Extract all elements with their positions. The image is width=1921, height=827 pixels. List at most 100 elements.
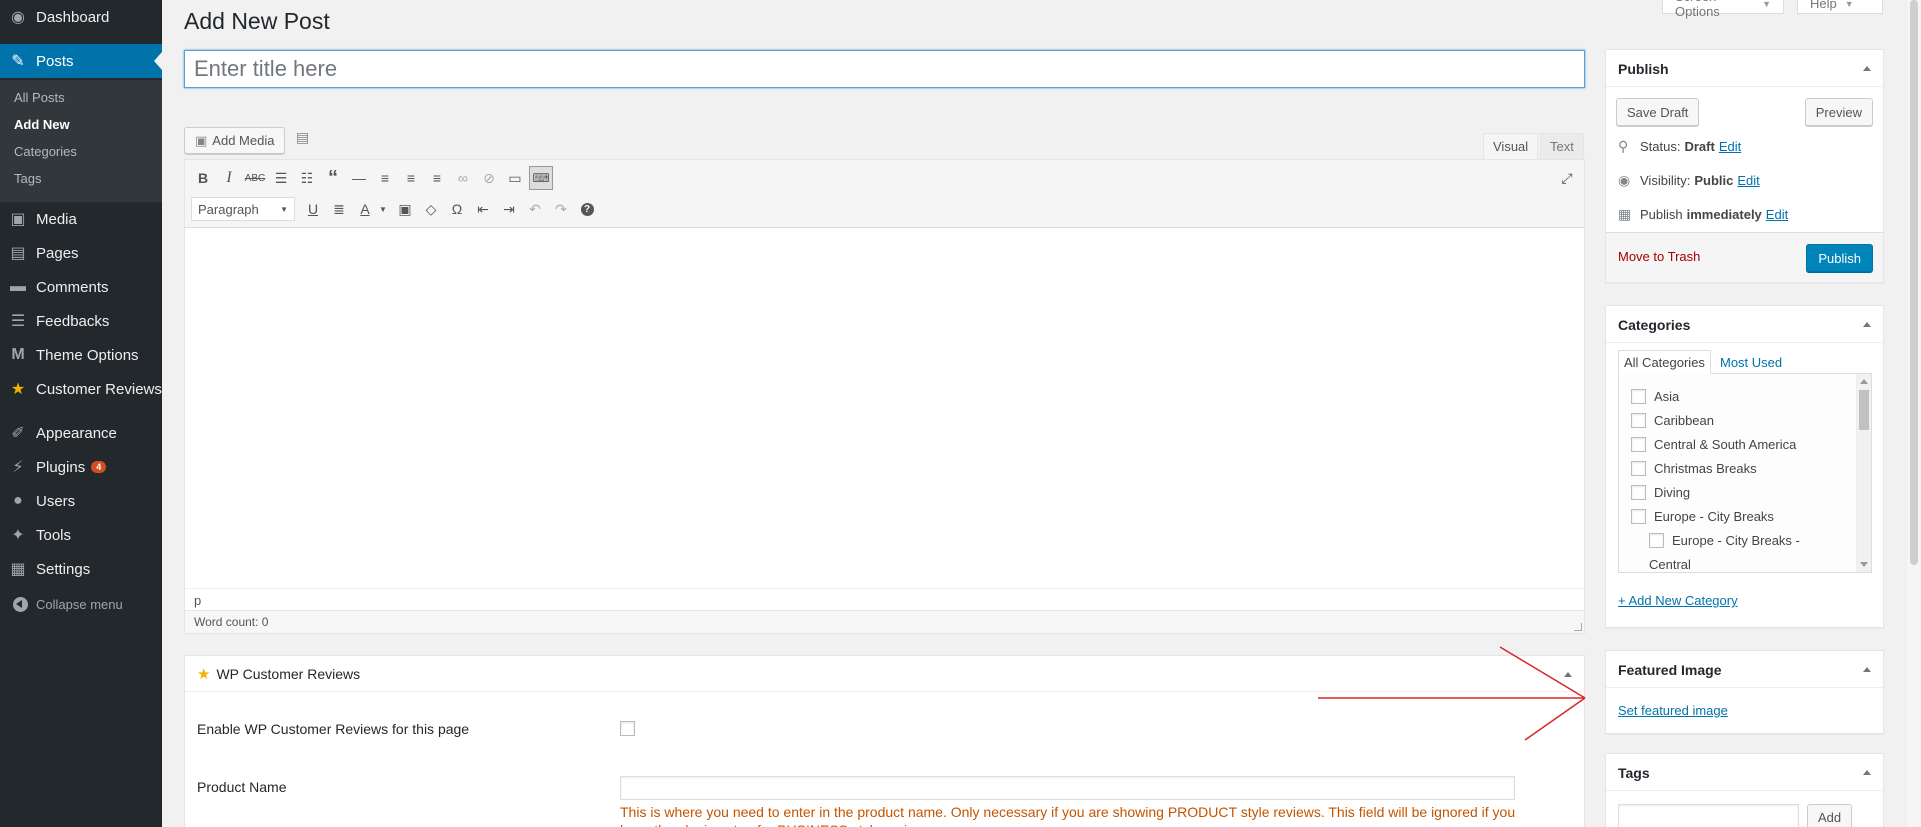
text-color-caret-icon[interactable]: ▼	[371, 197, 395, 221]
customer-reviews-header[interactable]: ★ WP Customer Reviews	[185, 656, 1584, 692]
category-checkbox[interactable]	[1631, 485, 1646, 500]
category-checkbox[interactable]	[1631, 509, 1646, 524]
contact-form-icon[interactable]: ▤	[296, 129, 309, 146]
scroll-thumb[interactable]	[1859, 390, 1869, 430]
align-right-icon[interactable]: ≡	[425, 166, 449, 190]
menu-feedbacks[interactable]: ☰ Feedbacks	[0, 304, 162, 338]
collapse-toggle-icon[interactable]	[1863, 66, 1871, 71]
indent-icon[interactable]: ⇥	[497, 197, 521, 221]
tab-most-used[interactable]: Most Used	[1715, 350, 1787, 374]
italic-icon[interactable]: I	[217, 166, 241, 190]
help-tab[interactable]: Help ▼	[1797, 0, 1883, 14]
menu-customer-reviews[interactable]: ★ Customer Reviews	[0, 372, 162, 406]
scroll-up-icon[interactable]	[1860, 379, 1868, 384]
category-checkbox[interactable]	[1649, 533, 1664, 548]
add-new-category-link[interactable]: + Add New Category	[1618, 593, 1738, 608]
menu-comments[interactable]: ▬ Comments	[0, 270, 162, 304]
menu-pages[interactable]: ▤ Pages	[0, 236, 162, 270]
undo-icon[interactable]: ↶	[523, 197, 547, 221]
tag-input[interactable]	[1618, 804, 1799, 827]
editor-content-area[interactable]	[185, 229, 1584, 588]
horizontal-line-icon[interactable]: —	[347, 166, 371, 190]
tab-text[interactable]: Text	[1540, 133, 1584, 159]
menu-appearance[interactable]: ✐ Appearance	[0, 416, 162, 450]
numbered-list-icon[interactable]: ☷	[295, 166, 319, 190]
product-name-input[interactable]	[620, 776, 1515, 800]
collapse-toggle-icon[interactable]	[1863, 770, 1871, 775]
category-item[interactable]: Caribbean	[1631, 413, 1714, 428]
menu-dashboard[interactable]: ◉ Dashboard	[0, 0, 162, 34]
paste-text-icon[interactable]: ▣	[393, 197, 417, 221]
collapse-toggle-icon[interactable]	[1564, 672, 1572, 677]
submenu-categories[interactable]: Categories	[14, 144, 77, 159]
edit-publish-date-link[interactable]: Edit	[1766, 207, 1788, 222]
category-scrollbar[interactable]	[1856, 374, 1871, 572]
collapse-menu-button[interactable]: Collapse menu	[0, 593, 162, 615]
menu-media[interactable]: ▣ Media	[0, 202, 162, 236]
menu-tools[interactable]: ✦ Tools	[0, 518, 162, 552]
page-scrollbar[interactable]	[1907, 0, 1921, 827]
edit-visibility-link[interactable]: Edit	[1737, 173, 1759, 188]
menu-plugins[interactable]: ⚡ Plugins 4	[0, 450, 162, 484]
move-to-trash-link[interactable]: Move to Trash	[1618, 249, 1700, 264]
outdent-icon[interactable]: ⇤	[471, 197, 495, 221]
category-item[interactable]: Christmas Breaks	[1631, 461, 1757, 476]
publish-button[interactable]: Publish	[1806, 244, 1873, 272]
category-item[interactable]: Central & South America	[1631, 437, 1796, 452]
category-checkbox[interactable]	[1631, 389, 1646, 404]
tab-visual[interactable]: Visual	[1483, 133, 1539, 159]
add-media-button[interactable]: ▣ Add Media	[184, 127, 286, 154]
preview-button[interactable]: Preview	[1804, 98, 1873, 126]
tags-box-title: Tags	[1618, 765, 1650, 781]
category-item[interactable]: Europe - City Breaks	[1631, 509, 1774, 524]
read-more-icon[interactable]: ▭	[503, 166, 527, 190]
category-checkbox[interactable]	[1631, 413, 1646, 428]
set-featured-image-link[interactable]: Set featured image	[1618, 703, 1728, 718]
redo-icon[interactable]: ↷	[549, 197, 573, 221]
add-tag-button[interactable]: Add	[1807, 804, 1853, 827]
category-item[interactable]: Asia	[1631, 389, 1679, 404]
post-title-input[interactable]	[184, 50, 1585, 88]
category-item[interactable]: Diving	[1631, 485, 1690, 500]
customer-reviews-metabox: ★ WP Customer Reviews Enable WP Customer…	[184, 655, 1585, 827]
underline-icon[interactable]: U	[301, 197, 325, 221]
submenu-tags[interactable]: Tags	[14, 171, 41, 186]
align-left-icon[interactable]: ≡	[373, 166, 397, 190]
media-icon: ▣	[10, 211, 26, 228]
strikethrough-icon[interactable]: ABC	[243, 166, 267, 190]
bold-icon[interactable]: B	[191, 166, 215, 190]
collapse-toggle-icon[interactable]	[1863, 667, 1871, 672]
justify-icon[interactable]: ≣	[327, 197, 351, 221]
menu-theme-options[interactable]: M Theme Options	[0, 338, 162, 372]
page-title: Add New Post	[184, 8, 330, 34]
menu-users[interactable]: ● Users	[0, 484, 162, 518]
submenu-add-new[interactable]: Add New	[14, 117, 70, 132]
tab-all-categories[interactable]: All Categories	[1618, 350, 1711, 374]
category-checkbox[interactable]	[1631, 461, 1646, 476]
remove-link-icon[interactable]: ⊘	[477, 166, 501, 190]
menu-posts[interactable]: ✎ Posts	[0, 44, 162, 78]
enable-reviews-checkbox[interactable]	[620, 721, 635, 736]
toolbar-toggle-icon[interactable]: ⌨	[529, 166, 553, 190]
edit-status-link[interactable]: Edit	[1719, 139, 1741, 154]
category-checkbox[interactable]	[1631, 437, 1646, 452]
align-center-icon[interactable]: ≡	[399, 166, 423, 190]
page-scroll-thumb[interactable]	[1910, 0, 1918, 565]
screen-options-tab[interactable]: Screen Options▼	[1662, 0, 1784, 19]
help-icon[interactable]: ?	[575, 197, 599, 221]
editor-resize-handle[interactable]	[1574, 623, 1582, 631]
bullet-list-icon[interactable]: ☰	[269, 166, 293, 190]
scroll-down-icon[interactable]	[1860, 562, 1868, 567]
comment-icon: ▬	[10, 278, 26, 295]
blockquote-icon[interactable]: “	[321, 166, 345, 190]
special-character-icon[interactable]: Ω	[445, 197, 469, 221]
fullscreen-icon[interactable]: ⤢	[1555, 166, 1579, 190]
category-item-child[interactable]: Europe - City Breaks -	[1649, 533, 1800, 548]
submenu-all-posts[interactable]: All Posts	[14, 90, 65, 105]
clear-formatting-icon[interactable]: ◇	[419, 197, 443, 221]
collapse-toggle-icon[interactable]	[1863, 322, 1871, 327]
insert-link-icon[interactable]: ∞	[451, 166, 475, 190]
menu-settings[interactable]: ▦ Settings	[0, 552, 162, 586]
paragraph-format-select[interactable]: Paragraph ▼	[191, 197, 295, 221]
save-draft-button[interactable]: Save Draft	[1616, 98, 1700, 126]
